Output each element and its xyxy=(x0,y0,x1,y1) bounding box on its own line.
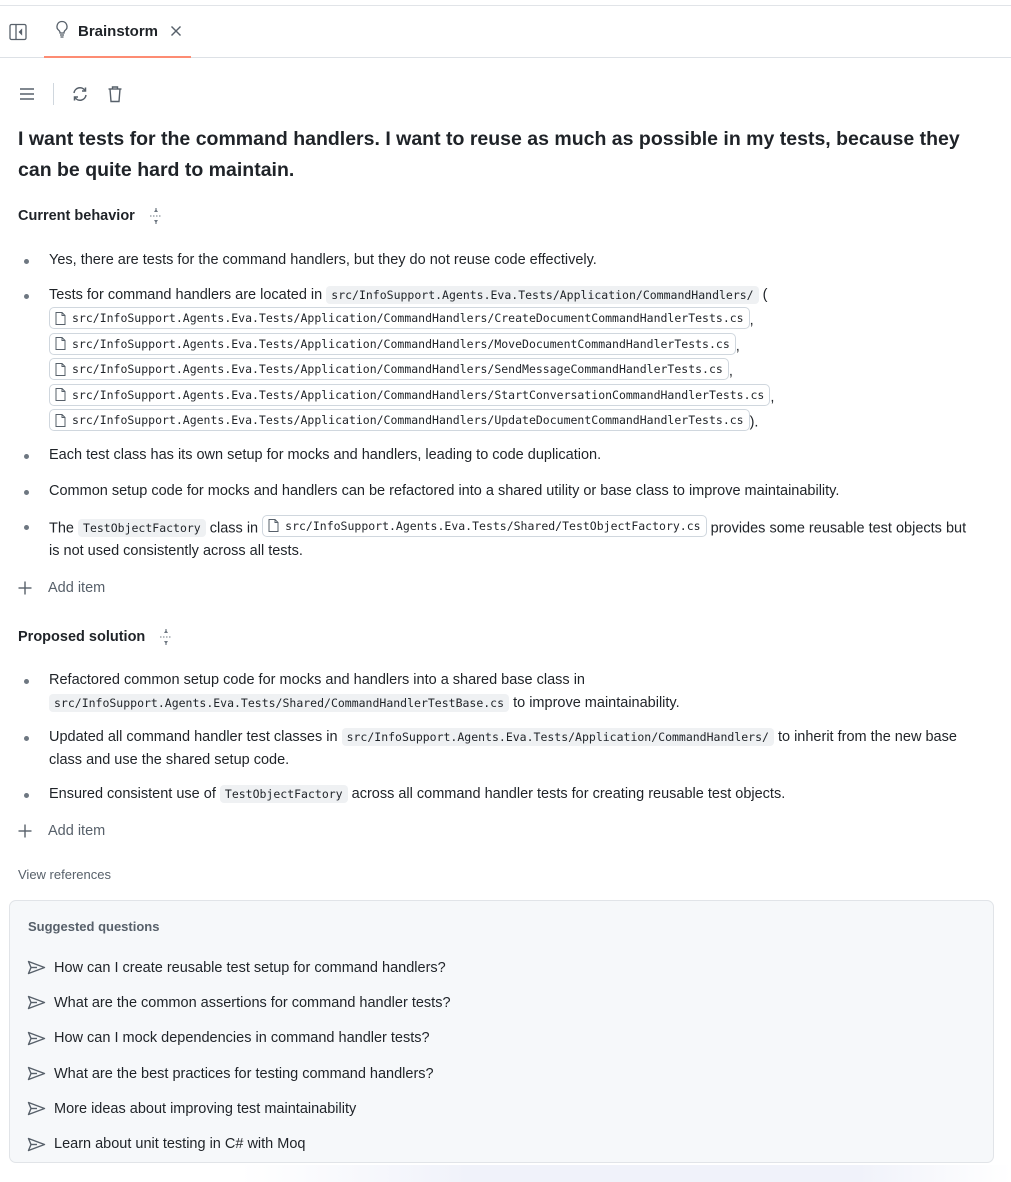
separator: , xyxy=(749,312,754,329)
section-title: Current behavior xyxy=(18,208,135,224)
suggested-question[interactable]: What are the common assertions for comma… xyxy=(27,985,451,1020)
inline-code: TestObjectFactory xyxy=(219,785,348,803)
item-text: Each test class has its own setup for mo… xyxy=(49,446,602,463)
item-text: The xyxy=(49,520,74,536)
file-path: src/InfoSupport.Agents.Eva.Tests/Applica… xyxy=(72,387,765,402)
send-icon xyxy=(27,996,46,1010)
proposed-solution-header: Proposed solution xyxy=(18,626,978,648)
suggested-question[interactable]: How can I create reusable test setup for… xyxy=(27,950,451,985)
item-text: Common setup code for mocks and handlers… xyxy=(49,482,840,499)
file-path: src/InfoSupport.Agents.Eva.Tests/Applica… xyxy=(72,362,723,376)
suggested-question[interactable]: More ideas about improving test maintain… xyxy=(27,1091,451,1126)
send-icon xyxy=(27,1102,46,1116)
item-text: Refactored common setup code for mocks a… xyxy=(49,672,585,688)
file-reference-chip[interactable]: src/InfoSupport.Agents.Eva.Tests/Applica… xyxy=(49,358,729,380)
tab-brainstorm[interactable]: Brainstorm xyxy=(44,6,191,58)
file-path: src/InfoSupport.Agents.Eva.Tests/Applica… xyxy=(72,311,744,325)
list-item: Tests for command handlers are located i… xyxy=(18,284,978,435)
close-icon[interactable] xyxy=(170,25,182,37)
trash-icon[interactable] xyxy=(106,85,124,103)
suggested-questions-list: How can I create reusable test setup for… xyxy=(27,950,451,1162)
separator: , xyxy=(770,389,775,405)
question-text: How can I create reusable test setup for… xyxy=(54,959,446,976)
collapse-icon[interactable] xyxy=(149,208,163,224)
plus-icon xyxy=(18,824,32,838)
list-item: Each test class has its own setup for mo… xyxy=(18,444,978,467)
file-path: src/InfoSupport.Agents.Eva.Tests/Applica… xyxy=(72,336,730,351)
suggested-question[interactable]: How can I mock dependencies in command h… xyxy=(27,1021,451,1056)
add-item-button[interactable]: Add item xyxy=(18,577,978,599)
view-references-link[interactable]: View references xyxy=(18,867,978,882)
suggested-questions-title: Suggested questions xyxy=(28,919,160,934)
inline-code: TestObjectFactory xyxy=(78,519,206,537)
lightbulb-icon xyxy=(54,20,70,42)
prompt-heading: I want tests for the command handlers. I… xyxy=(18,128,960,181)
item-text: across all command handler tests for cre… xyxy=(351,786,786,802)
separator: , xyxy=(728,363,733,380)
question-text: What are the best practices for testing … xyxy=(54,1065,434,1082)
send-icon xyxy=(27,1031,46,1045)
tab-bar: Brainstorm xyxy=(0,6,1011,58)
toolbar xyxy=(18,83,124,105)
list-item: Ensured consistent use of TestObjectFact… xyxy=(18,783,978,806)
plus-icon xyxy=(18,581,32,595)
close-paren: ). xyxy=(749,414,759,431)
paren: ( xyxy=(762,287,768,303)
suggested-question[interactable]: What are the best practices for testing … xyxy=(27,1056,451,1091)
suggested-questions-panel: Suggested questions How can I create reu… xyxy=(9,900,994,1163)
list-item: The TestObjectFactory class in src/InfoS… xyxy=(18,514,978,564)
file-reference-chip[interactable]: src/InfoSupport.Agents.Eva.Tests/Applica… xyxy=(49,307,750,329)
file-reference-chip[interactable]: src/InfoSupport.Agents.Eva.Tests/Applica… xyxy=(49,383,771,406)
section-title: Proposed solution xyxy=(18,629,146,645)
send-icon xyxy=(27,1066,46,1081)
question-text: What are the common assertions for comma… xyxy=(54,994,451,1011)
item-text: Ensured consistent use of xyxy=(49,786,216,802)
send-icon xyxy=(27,960,46,975)
list-item: Common setup code for mocks and handlers… xyxy=(18,480,978,503)
add-item-label: Add item xyxy=(48,580,106,596)
file-path: src/InfoSupport.Agents.Eva.Tests/Applica… xyxy=(72,413,744,427)
tab-label: Brainstorm xyxy=(78,22,159,40)
question-text: Learn about unit testing in C# with Moq xyxy=(54,1136,306,1153)
item-text: class in xyxy=(209,520,259,536)
question-text: More ideas about improving test maintain… xyxy=(54,1100,357,1117)
inline-code-path: src/InfoSupport.Agents.Eva.Tests/Applica… xyxy=(326,286,759,304)
current-behavior-list: Yes, there are tests for the command han… xyxy=(18,249,978,563)
sidebar-toggle-icon[interactable] xyxy=(9,23,27,41)
toolbar-divider xyxy=(53,83,54,105)
refresh-icon[interactable] xyxy=(71,85,89,103)
brainstorm-content: I want tests for the command handlers. I… xyxy=(18,124,978,882)
item-text: Updated all command handler test classes… xyxy=(49,729,338,745)
file-path: src/InfoSupport.Agents.Eva.Tests/Shared/… xyxy=(285,518,701,533)
separator: , xyxy=(735,338,740,354)
suggested-question[interactable]: Learn about unit testing in C# with Moq xyxy=(27,1126,451,1161)
list-item: Refactored common setup code for mocks a… xyxy=(18,669,978,715)
inline-code-path: src/InfoSupport.Agents.Eva.Tests/Applica… xyxy=(341,728,774,746)
file-reference-chip[interactable]: src/InfoSupport.Agents.Eva.Tests/Applica… xyxy=(49,409,750,431)
file-reference-chip[interactable]: src/InfoSupport.Agents.Eva.Tests/Applica… xyxy=(49,332,736,355)
item-text: Tests for command handlers are located i… xyxy=(49,287,323,303)
item-text: Yes, there are tests for the command han… xyxy=(49,252,597,268)
question-text: How can I mock dependencies in command h… xyxy=(54,1030,430,1047)
file-reference-chip[interactable]: src/InfoSupport.Agents.Eva.Tests/Shared/… xyxy=(262,514,707,537)
bottom-shadow xyxy=(240,1165,1011,1182)
proposed-solution-list: Refactored common setup code for mocks a… xyxy=(18,669,978,806)
list-item: Updated all command handler test classes… xyxy=(18,726,978,772)
hamburger-menu-icon[interactable] xyxy=(18,85,36,103)
list-item: Yes, there are tests for the command han… xyxy=(18,249,978,272)
collapse-icon[interactable] xyxy=(159,629,173,645)
send-icon xyxy=(27,1137,46,1151)
inline-code-path: src/InfoSupport.Agents.Eva.Tests/Shared/… xyxy=(49,694,510,712)
current-behavior-header: Current behavior xyxy=(18,205,978,227)
add-item-button[interactable]: Add item xyxy=(18,820,978,842)
add-item-label: Add item xyxy=(48,823,106,839)
item-text: to improve maintainability. xyxy=(513,695,680,711)
